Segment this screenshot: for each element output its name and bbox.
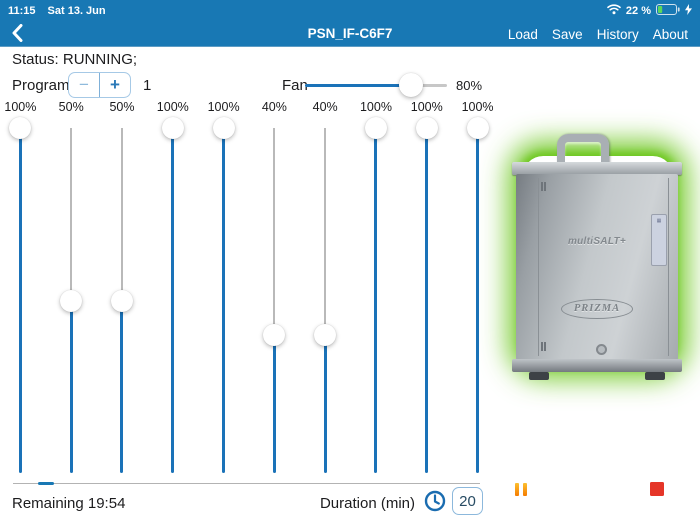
slider-thumb[interactable] [467, 117, 489, 139]
status-time: 11:15 [8, 5, 36, 17]
stop-button[interactable] [650, 482, 664, 496]
slider-track [121, 128, 123, 301]
slider-fill [273, 335, 276, 473]
slider-fill [324, 335, 327, 473]
channel-7-value: 40% [300, 100, 351, 117]
slider-thumb[interactable] [60, 290, 82, 312]
pause-bar [515, 483, 519, 496]
footer-divider [13, 483, 480, 484]
slider-fill [171, 128, 174, 473]
device-foot [529, 372, 549, 380]
remaining-time: Remaining 19:54 [12, 495, 125, 512]
status-bar: 11:15 Sat 13. Jun 22 % [0, 0, 700, 21]
channel-10-slider[interactable] [452, 117, 503, 477]
slider-fill [70, 301, 73, 474]
channel-1-slider[interactable] [0, 117, 46, 477]
channel-7-slider[interactable] [300, 117, 351, 477]
device-lock [596, 344, 607, 355]
device-model-logo: multiSALT+ [516, 236, 678, 247]
device-brand-logo: PRIZMA [561, 299, 633, 319]
about-button[interactable]: About [653, 27, 688, 42]
navigation-bar: PSN_IF-C6F7 Load Save History About [0, 21, 700, 47]
battery-percent: 22 % [626, 5, 651, 17]
channel-sliders: 100% 50% 50% 100% 100% 40% 40% 100% 100%… [0, 100, 503, 480]
channel-10-value: 100% [452, 100, 503, 117]
channel-6-slider[interactable] [249, 117, 300, 477]
program-value: 1 [143, 77, 151, 94]
channel-4-value: 100% [147, 100, 198, 117]
slider-fill [374, 128, 377, 473]
slider-thumb[interactable] [213, 117, 235, 139]
horizontal-scroll-indicator[interactable] [38, 482, 54, 485]
channel-3-value: 50% [97, 100, 148, 117]
channel-1-value: 100% [0, 100, 46, 117]
slider-fill [222, 128, 225, 473]
device-cabinet: ▦ multiSALT+ PRIZMA [516, 174, 678, 360]
slider-thumb[interactable] [314, 324, 336, 346]
fan-slider-thumb[interactable] [399, 73, 423, 97]
slider-fill [19, 128, 22, 473]
charging-bolt-icon [685, 4, 692, 18]
program-decrement-button[interactable]: − [69, 73, 100, 97]
duration-input[interactable] [452, 487, 483, 515]
slider-thumb[interactable] [111, 290, 133, 312]
slider-thumb[interactable] [263, 324, 285, 346]
battery-icon [656, 4, 680, 18]
slider-thumb[interactable] [9, 117, 31, 139]
channel-6-value: 40% [249, 100, 300, 117]
channel-5-slider[interactable] [198, 117, 249, 477]
slider-thumb[interactable] [162, 117, 184, 139]
channel-2-slider[interactable] [46, 117, 97, 477]
slider-thumb[interactable] [365, 117, 387, 139]
device-base [512, 359, 682, 372]
app-window: 11:15 Sat 13. Jun 22 % PSN_IF-C6F7 Load [0, 0, 700, 525]
channel-8-value: 100% [351, 100, 402, 117]
clock-icon[interactable] [424, 490, 446, 512]
hinge [541, 182, 543, 191]
slider-fill [476, 128, 479, 473]
duration-label: Duration (min) [300, 495, 415, 512]
fan-label: Fan [282, 77, 308, 94]
program-stepper: − + [68, 72, 131, 98]
fan-value: 80% [456, 78, 482, 93]
channel-3-slider[interactable] [97, 117, 148, 477]
slider-track [70, 128, 72, 301]
fan-slider[interactable] [305, 73, 447, 97]
channel-2-value: 50% [46, 100, 97, 117]
slider-thumb[interactable] [416, 117, 438, 139]
save-button[interactable]: Save [552, 27, 583, 42]
status-date: Sat 13. Jun [48, 5, 106, 17]
slider-fill [425, 128, 428, 473]
fan-slider-fill [305, 84, 411, 87]
device-foot [645, 372, 665, 380]
slider-track [273, 128, 275, 335]
load-button[interactable]: Load [508, 27, 538, 42]
slider-fill [120, 301, 123, 474]
program-label: Program [12, 77, 70, 94]
wifi-icon [607, 4, 621, 18]
pause-button[interactable] [515, 483, 527, 496]
channel-8-slider[interactable] [351, 117, 402, 477]
pause-bar [523, 483, 527, 496]
slider-track [324, 128, 326, 335]
nav-actions: Load Save History About [508, 21, 688, 47]
channel-9-value: 100% [401, 100, 452, 117]
device-image: ▦ multiSALT+ PRIZMA [505, 118, 700, 383]
history-button[interactable]: History [597, 27, 639, 42]
device-status-text: Status: RUNNING; [12, 51, 137, 68]
channel-5-value: 100% [198, 100, 249, 117]
channel-9-slider[interactable] [401, 117, 452, 477]
program-increment-button[interactable]: + [100, 73, 130, 97]
channel-4-slider[interactable] [147, 117, 198, 477]
hinge [541, 342, 543, 351]
